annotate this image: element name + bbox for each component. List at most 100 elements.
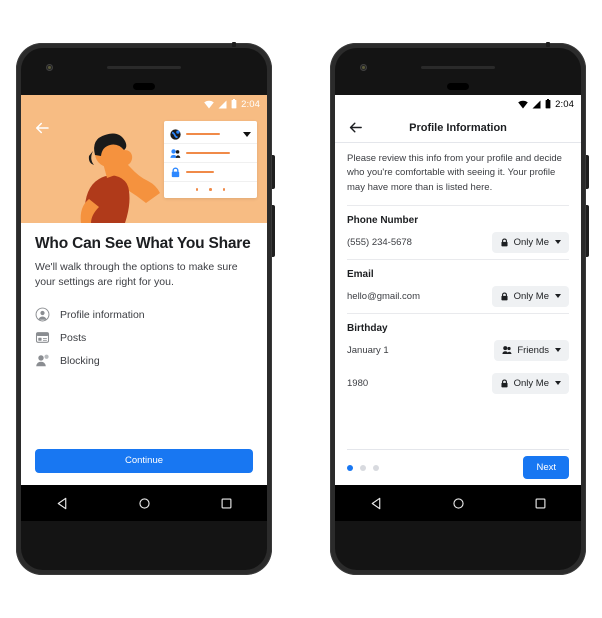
lock-icon [501,238,508,247]
card-dot-row [164,182,257,191]
earpiece-slot [447,83,469,90]
lock-icon [171,167,180,177]
pagination-dot-active[interactable] [347,464,353,471]
recents-square-icon[interactable] [534,497,547,510]
friends-icon [170,148,181,158]
back-arrow-icon[interactable] [347,119,364,136]
chevron-down-icon [555,294,561,299]
lock-icon [501,379,508,388]
profile-circle-icon [35,307,50,322]
page-title: Profile Information [409,121,507,134]
hero-banner: 2:04 [21,95,267,223]
next-button[interactable]: Next [523,456,569,479]
earpiece-slot [133,83,155,90]
section-title: Phone Number [347,214,419,226]
table-row: January 1 Friends [347,334,569,367]
screenshot-stage: 2:04 Who Can See What You Share We'll wa… [0,0,602,618]
home-circle-icon[interactable] [138,497,151,510]
side-button-upper-left-phone[interactable] [272,155,275,189]
battery-icon [545,99,551,109]
audience-selector-birth-year[interactable]: Only Me [491,372,569,394]
card-row-friends [164,144,257,163]
profile-info-content: Please review this info from your profil… [335,143,581,485]
audience-label: Friends [517,344,549,356]
pagination-dot[interactable] [360,464,366,471]
globe-icon [170,128,181,140]
list-item-posts[interactable]: Posts [35,326,253,349]
back-triangle-icon[interactable] [56,497,69,510]
signal-icon [218,100,227,108]
section-phone-number: Phone Number (555) 234-5678 Only Me [347,206,569,259]
field-value: 1980 [347,377,369,389]
card-dot [209,188,212,191]
blocking-icon [36,355,49,367]
status-bar-right: 2:04 [335,95,581,113]
wifi-icon [518,100,528,108]
battery-icon [231,99,237,109]
back-arrow-icon[interactable] [33,119,51,137]
wizard-footer: Next [347,449,569,485]
list-item-label: Blocking [60,354,100,367]
screen-left: 2:04 Who Can See What You Share We'll wa… [21,95,267,485]
recents-square-icon[interactable] [220,497,233,510]
antenna-strip [232,42,236,47]
screen-right: 2:04 Profile Information Please review t… [335,95,581,485]
table-row: (555) 234-5678 Only Me [347,226,569,259]
section-birthday: Birthday January 1 Friends 1980 Only Me [347,312,569,400]
list-item-profile-information[interactable]: Profile information [35,303,253,326]
audience-selector-email[interactable]: Only Me [491,285,569,307]
card-dot [222,188,226,191]
audience-label: Only Me [513,377,549,389]
table-row: hello@gmail.com Only Me [347,280,569,313]
audience-label: Only Me [513,236,549,248]
home-circle-icon[interactable] [452,497,465,510]
friends-icon [502,346,512,355]
intro-description: Please review this info from your profil… [347,143,569,206]
section-title: Birthday [347,322,388,334]
android-navigation-bar-left [21,485,267,521]
speaker-grille [421,66,495,69]
phone-device-left: 2:04 Who Can See What You Share We'll wa… [16,42,275,575]
card-row-public [164,125,257,144]
card-dot [195,188,199,191]
section-email: Email hello@gmail.com Only Me [347,258,569,313]
lock-icon [501,292,508,301]
side-button-upper-right-phone[interactable] [586,155,589,189]
pagination-dots [347,464,379,471]
list-item-blocking[interactable]: Blocking [35,349,253,372]
continue-button[interactable]: Continue [35,449,253,473]
field-value: January 1 [347,344,389,356]
speaker-grille [107,66,181,69]
status-bar-left: 2:04 [21,95,267,113]
list-item-label: Posts [60,331,87,344]
pagination-dot[interactable] [373,464,379,471]
android-navigation-bar-right [335,485,581,521]
card-line [186,171,214,173]
feature-list: Profile information Posts Blocking [35,303,253,372]
audience-selector-birthday-date[interactable]: Friends [494,339,569,361]
field-value: (555) 234-5678 [347,236,412,248]
side-button-lower-left-phone[interactable] [272,205,275,257]
list-item-label: Profile information [60,308,145,321]
side-button-lower-right-phone[interactable] [586,205,589,257]
front-camera-icon [360,64,367,71]
intro-content: Who Can See What You Share We'll walk th… [21,223,267,485]
field-value: hello@gmail.com [347,290,421,302]
chevron-down-icon [555,381,561,386]
audience-label: Only Me [513,290,549,302]
audience-selector-phone-number[interactable]: Only Me [491,231,569,253]
table-row: 1980 Only Me [347,367,569,400]
page-title: Who Can See What You Share [35,235,251,252]
privacy-options-card [164,121,257,198]
antenna-strip [546,42,550,47]
phone-device-right: 2:04 Profile Information Please review t… [330,42,589,575]
page-subtitle: We'll walk through the options to make s… [35,260,238,288]
card-line [186,152,230,154]
app-bar: Profile Information [335,113,581,143]
status-clock: 2:04 [555,98,574,110]
back-triangle-icon[interactable] [370,497,383,510]
section-title: Email [347,268,374,280]
posts-icon [35,332,50,344]
card-row-only-me [164,163,257,182]
front-camera-icon [46,64,53,71]
